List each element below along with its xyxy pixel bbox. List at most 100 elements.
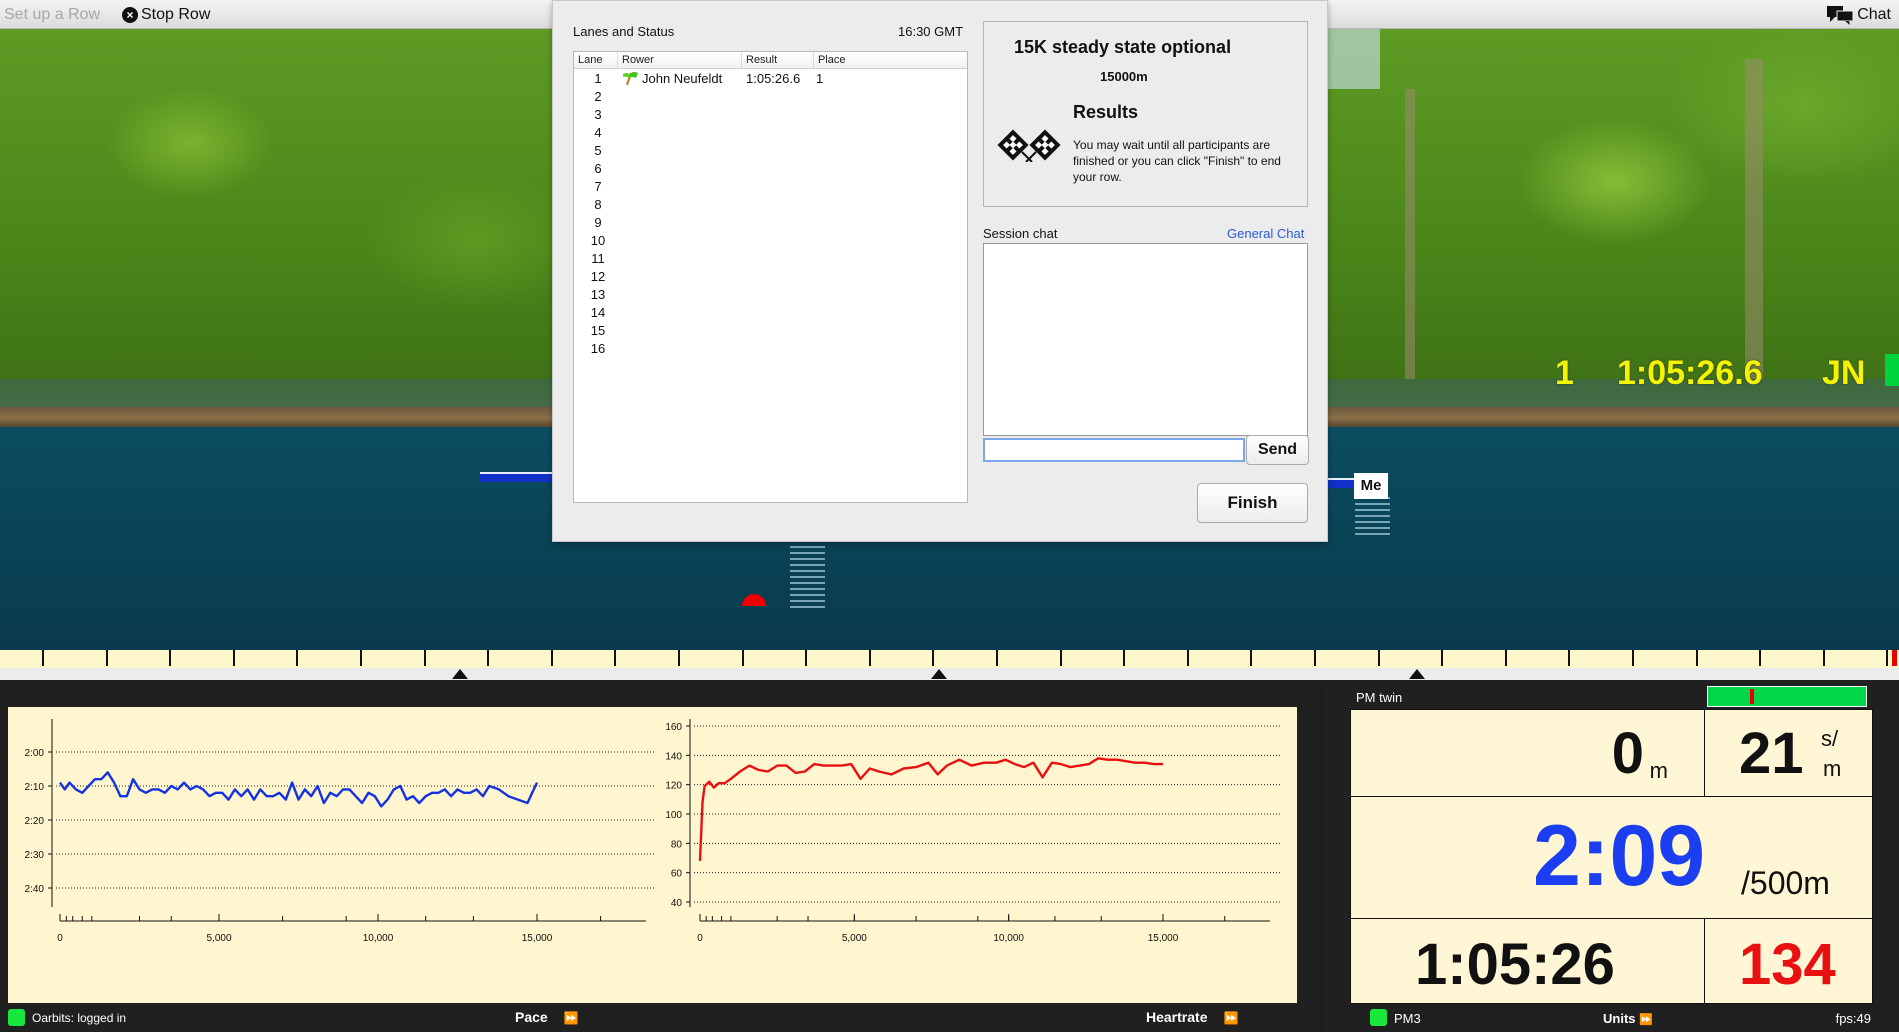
lane-row[interactable]: 1 John Neufeldt 1:05:26.6 1 [574,69,967,87]
lanes-title: Lanes and Status [573,24,675,39]
chat-bubbles-icon [1827,6,1854,25]
lane-row[interactable]: 12 [574,267,967,285]
pace-unit: /500m [1741,865,1830,901]
lane-number: 12 [590,268,606,284]
lane-row[interactable]: 14 [574,303,967,321]
lane-row[interactable]: 16 [574,339,967,357]
stroke-rate-unit-top: s/ [1821,726,1839,751]
lane-row[interactable]: 9 [574,213,967,231]
ruler-tick [932,650,934,666]
lane-number: 1 [594,70,602,86]
oarbits-status: Oarbits: logged in [32,1011,127,1025]
lane-number: 8 [594,196,602,212]
lane-row[interactable]: 2 [574,87,967,105]
col-lane[interactable]: Lane [574,52,618,68]
elapsed-time-value: 1:05:26 [1415,932,1615,997]
pm-monitor-panel: PM twin 0 m 21 s/ m 2:09 /500m 1:05:26 1… [1324,680,1899,1032]
standings-overlay: 1 1:05:26.6 JN [1555,354,1899,393]
chequered-flags-icon [997,129,1061,162]
ruler-tick [1314,650,1316,666]
col-rower[interactable]: Rower [618,52,742,68]
heartrate-label: Heartrate [1146,1009,1208,1025]
distance-cell: 0 m [1350,709,1705,797]
chat-button[interactable]: Chat [1827,5,1891,25]
lane-number: 16 [590,340,606,356]
pace-chart-toggle[interactable]: Pace ⏩ [515,1009,579,1025]
lanes-table: Lane Rower Result Place 1 John Neufeldt 1:… [573,51,968,503]
heartrate-y-tick-label: 120 [665,781,682,792]
units-toggle[interactable]: Units ⏩ [1603,1011,1653,1026]
lane-row[interactable]: 11 [574,249,967,267]
ruler-tick [1123,650,1125,666]
heartrate-chart-toggle[interactable]: Heartrate ⏩ [1146,1009,1238,1025]
tree-trunk [1405,89,1415,379]
ruler-tick [1632,650,1634,666]
boat-reflection [790,534,825,609]
lane-row[interactable]: 6 [574,159,967,177]
force-meter-needle [1750,689,1755,704]
stop-row-button[interactable]: × Stop Row [122,6,210,24]
ruler-tick [106,650,108,666]
heartrate-x-tick-label: 0 [697,933,703,944]
stroke-rate-cell: 21 s/ m [1704,709,1873,797]
ruler-tick [296,650,298,666]
pace-y-tick-label: 2:30 [25,850,45,861]
lane-row[interactable]: 15 [574,321,967,339]
fast-forward-icon: ⏩ [1639,1014,1653,1026]
ruler-tick [1250,650,1252,666]
pace-y-tick-label: 2:10 [25,782,45,793]
ruler-tick [805,650,807,666]
ruler-tick [487,650,489,666]
standing-initials: JN [1822,354,1866,392]
ruler-tick [1060,650,1062,666]
lane-row[interactable]: 4 [574,123,967,141]
finish-button[interactable]: Finish [1197,483,1308,523]
send-button[interactable]: Send [1246,435,1309,465]
lane-row[interactable]: 7 [574,177,967,195]
heartrate-cell: 134 [1704,918,1873,1004]
clock: 16:30 GMT [898,24,964,39]
lane-number: 9 [594,214,602,230]
position-arrow-icon [931,669,947,679]
standing-place: 1 [1555,354,1574,392]
boat-reflection [1355,497,1390,539]
lane-row[interactable]: 8 [574,195,967,213]
lane-row[interactable]: 5 [574,141,967,159]
lane-row[interactable]: 13 [574,285,967,303]
fast-forward-icon: ⏩ [563,1011,579,1025]
results-title: Results [1073,102,1139,122]
ruler-tick [1886,650,1888,666]
standing-color-marker [1885,354,1899,386]
ruler-tick [1505,650,1507,666]
lane-row[interactable]: 10 [574,231,967,249]
close-circle-icon: × [122,7,138,23]
charts-panel: 2:00 2:10 2:20 2:30 2:40 0 5,000 10,000 15,000 16… [0,680,1320,1032]
session-name: 15K steady state optional [1014,37,1232,57]
rower-name: John Neufeldt [642,70,723,86]
lane-number: 2 [594,88,602,104]
pace-series-line [59,771,539,808]
pm-title: PM twin [1356,690,1403,705]
finish-marker [1892,650,1897,666]
heartrate-y-tick-label: 100 [665,810,682,821]
pace-cell: 2:09 /500m [1350,796,1873,919]
stop-row-label: Stop Row [141,6,211,23]
boat [480,472,560,482]
heartrate-y-tick-label: 160 [665,722,682,733]
setup-row-button[interactable]: Set up a Row [4,6,100,24]
distance-value: 0 [1611,721,1644,786]
ruler-tick [360,650,362,666]
lane-number: 15 [590,322,606,338]
session-chat-label: Session chat [983,226,1058,241]
chat-label: Chat [1857,6,1891,23]
col-place[interactable]: Place [814,52,967,68]
tree-trunk [1745,59,1763,379]
lane-row[interactable]: 3 [574,105,967,123]
session-chat-log[interactable] [983,243,1308,436]
general-chat-link[interactable]: General Chat [1227,226,1304,241]
heartrate-x-tick-label: 10,000 [993,933,1024,944]
lane-number: 4 [594,124,602,140]
col-result[interactable]: Result [742,52,814,68]
chat-message-input[interactable] [983,438,1245,462]
pace-x-tick-label: 10,000 [363,933,394,944]
